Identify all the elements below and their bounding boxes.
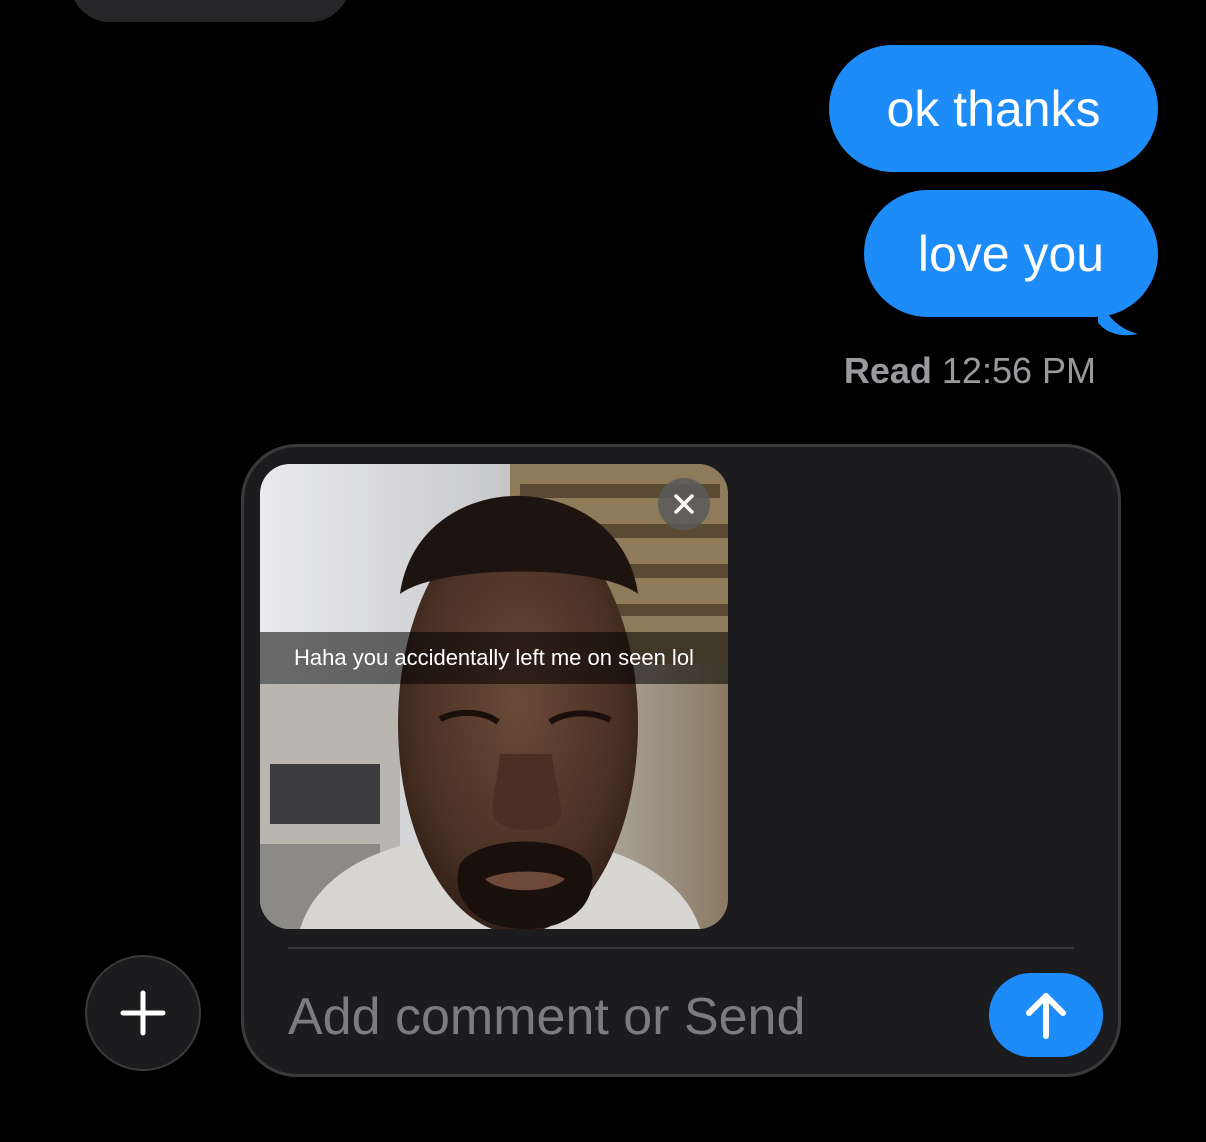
read-time: 12:56 PM	[941, 350, 1096, 391]
attachment-photo	[260, 464, 728, 929]
messages-screen: ok thanks love you Read 12:56 PM Haha yo…	[0, 0, 1206, 1142]
remove-attachment-button[interactable]	[658, 478, 710, 530]
arrow-up-icon	[1026, 993, 1066, 1039]
read-status: Read	[843, 350, 932, 391]
message-composer: Haha you accidentally left me on seen lo…	[241, 444, 1121, 1077]
outgoing-message-bubble[interactable]: ok thanks	[829, 45, 1158, 172]
message-text: love you	[917, 225, 1105, 282]
close-icon	[674, 494, 694, 514]
caption-text: Haha you accidentally left me on seen lo…	[294, 645, 694, 670]
message-text: ok thanks	[886, 80, 1101, 137]
plus-icon	[120, 990, 166, 1036]
read-receipt: Read 12:56 PM	[844, 350, 1096, 392]
incoming-message-bubble	[70, 0, 350, 22]
composer-divider	[288, 947, 1074, 949]
add-attachment-button[interactable]	[85, 955, 201, 1071]
send-button[interactable]	[989, 973, 1103, 1057]
snap-caption: Haha you accidentally left me on seen lo…	[260, 632, 728, 684]
comment-input[interactable]	[288, 977, 968, 1057]
bubble-tail	[1098, 290, 1138, 336]
image-attachment[interactable]: Haha you accidentally left me on seen lo…	[260, 464, 728, 929]
